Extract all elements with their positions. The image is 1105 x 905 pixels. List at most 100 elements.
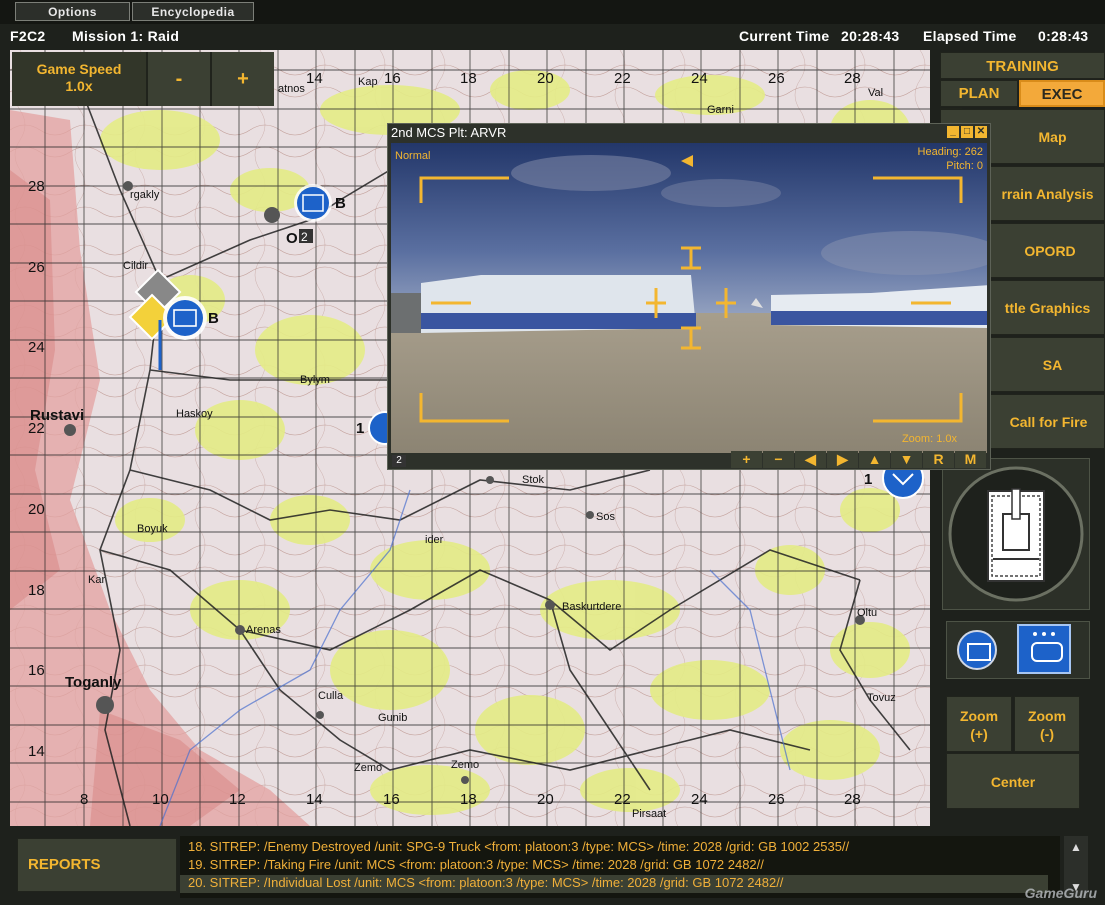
mcs-unit-icon[interactable] [957, 630, 997, 670]
unit-label: O [286, 230, 298, 247]
grid-left-20: 20 [28, 501, 45, 518]
center-button[interactable]: Center [946, 753, 1080, 809]
pan-right-button[interactable]: ▶ [827, 451, 858, 468]
town-label: rgakly [130, 189, 160, 201]
close-icon[interactable]: ✕ [975, 126, 987, 138]
camera-viewport[interactable]: Normal Heading: 262 Pitch: 0 Zoom: 1.0x [391, 143, 987, 453]
elapsed-time-label: Elapsed Time [923, 28, 1017, 44]
zoom-plus-button[interactable]: + [731, 451, 762, 468]
report-line[interactable]: 18. SITREP: /Enemy Destroyed /unit: SPG-… [188, 839, 849, 854]
town-label: Oltu [857, 607, 877, 619]
town-label: Sos [596, 511, 615, 523]
encyclopedia-menu[interactable]: Encyclopedia [132, 2, 254, 21]
grid-bottom-16: 16 [383, 791, 400, 808]
pitch-label: Pitch: [946, 160, 974, 172]
top-menu-bar: Options Encyclopedia [0, 0, 1105, 24]
app-title: F2C2 [10, 28, 46, 44]
speed-increase-button[interactable]: + [210, 52, 274, 106]
report-line-selected[interactable]: 20. SITREP: /Individual Lost /unit: MCS … [180, 875, 1048, 893]
game-speed-control: Game Speed 1.0x - + [12, 52, 274, 106]
grid-left-16: 16 [28, 662, 45, 679]
window-controls: _ □ ✕ [947, 126, 987, 138]
pan-left-button[interactable]: ◀ [795, 451, 826, 468]
town-label: Val [868, 87, 883, 99]
town-label: Arenas [246, 624, 281, 636]
town-label: atnos [278, 83, 305, 95]
grid-bottom-14: 14 [306, 791, 323, 808]
maximize-icon[interactable]: □ [961, 126, 973, 138]
town-label: Baskurtdere [562, 601, 621, 613]
grid-top-28: 28 [844, 70, 861, 87]
zoom-in-button[interactable]: Zoom (+) [946, 696, 1012, 752]
town-label: Cildir [123, 260, 148, 272]
viewer-title: 2nd MCS Plt: ARVR [391, 125, 507, 140]
town-label: Bylym [300, 374, 330, 386]
pan-up-button[interactable]: ▲ [859, 451, 890, 468]
viewer-zoom: Zoom: 1.0x [902, 433, 957, 445]
viewer-toolbar: + − ◀ ▶ ▲ ▼ R M [731, 451, 986, 468]
town-label-major: Toganly [65, 674, 122, 691]
grid-top-20: 20 [537, 70, 554, 87]
town-label: Gunib [378, 712, 407, 724]
grid-bottom-18: 18 [460, 791, 477, 808]
town-label: Zemo [354, 762, 382, 774]
reports-list[interactable]: 18. SITREP: /Enemy Destroyed /unit: SPG-… [180, 836, 1060, 898]
grid-left-18: 18 [28, 582, 45, 599]
grid-bottom-12: 12 [229, 791, 246, 808]
town-label: Garni [707, 104, 734, 116]
zoom-out-button[interactable]: Zoom (-) [1014, 696, 1080, 752]
town-label: Tovuz [867, 692, 896, 704]
vehicle-camera-window[interactable]: 2nd MCS Plt: ARVR _ □ ✕ Normal Heading: … [387, 123, 991, 470]
grid-bottom-28: 28 [844, 791, 861, 808]
pan-down-button[interactable]: ▼ [891, 451, 922, 468]
current-time-label: Current Time [739, 28, 830, 44]
current-time-value: 20:28:43 [841, 28, 900, 44]
viewer-mode: Normal [395, 150, 431, 162]
game-speed-value: 1.0x [65, 78, 93, 94]
report-line[interactable]: 19. SITREP: /Taking Fire /unit: MCS <fro… [188, 857, 764, 872]
training-mode-label: TRAINING [940, 52, 1105, 79]
options-menu[interactable]: Options [15, 2, 130, 21]
unit-label: 1 [356, 420, 364, 437]
viewer-pitch: Pitch: 0 [946, 160, 983, 172]
game-speed-title: Game Speed [36, 61, 122, 77]
reset-button[interactable]: R [923, 451, 954, 468]
pitch-value: 0 [976, 160, 983, 172]
grid-bottom-26: 26 [768, 791, 785, 808]
viewer-corner-number: 2 [392, 455, 406, 467]
grid-bottom-10: 10 [152, 791, 169, 808]
zoom-value: 1.0x [936, 433, 957, 445]
grid-top-24: 24 [691, 70, 708, 87]
town-label: ider [425, 534, 444, 546]
viewer-heading: Heading: 262 [918, 146, 983, 158]
game-speed-label: Game Speed 1.0x [12, 52, 146, 106]
info-bar: F2C2 Mission 1: Raid Current Time 20:28:… [0, 24, 1105, 48]
grid-bottom-8: 8 [80, 791, 88, 808]
scroll-up-icon[interactable]: ▲ [1064, 838, 1088, 856]
vehicle-unit-icon[interactable] [1017, 624, 1071, 674]
zoom-minus-button[interactable]: − [763, 451, 794, 468]
grid-top-22: 22 [614, 70, 631, 87]
reports-bar: REPORTS 18. SITREP: /Enemy Destroyed /un… [0, 826, 1105, 905]
reports-button[interactable]: REPORTS [17, 838, 177, 892]
town-label-major: Rustavi [30, 407, 84, 424]
grid-top-16: 16 [384, 70, 401, 87]
town-label: Boyuk [137, 523, 168, 535]
heading-label: Heading: [917, 146, 962, 158]
mission-title: Mission 1: Raid [72, 28, 180, 44]
town-label: Stok [522, 474, 545, 486]
grid-left-14: 14 [28, 743, 45, 760]
unit-label: 1 [864, 471, 872, 488]
plan-tab[interactable]: PLAN [940, 80, 1018, 107]
grid-left-26: 26 [28, 259, 45, 276]
town-label: Haskoy [176, 408, 213, 420]
elapsed-time-value: 0:28:43 [1038, 28, 1089, 44]
town-label: Culla [318, 690, 344, 702]
minimize-icon[interactable]: _ [947, 126, 959, 138]
grid-top-18: 18 [460, 70, 477, 87]
unit-type-selector [946, 621, 1090, 679]
exec-tab[interactable]: EXEC [1019, 80, 1105, 107]
grid-left-28: 28 [28, 178, 45, 195]
mode-button[interactable]: M [955, 451, 986, 468]
speed-decrease-button[interactable]: - [146, 52, 210, 106]
